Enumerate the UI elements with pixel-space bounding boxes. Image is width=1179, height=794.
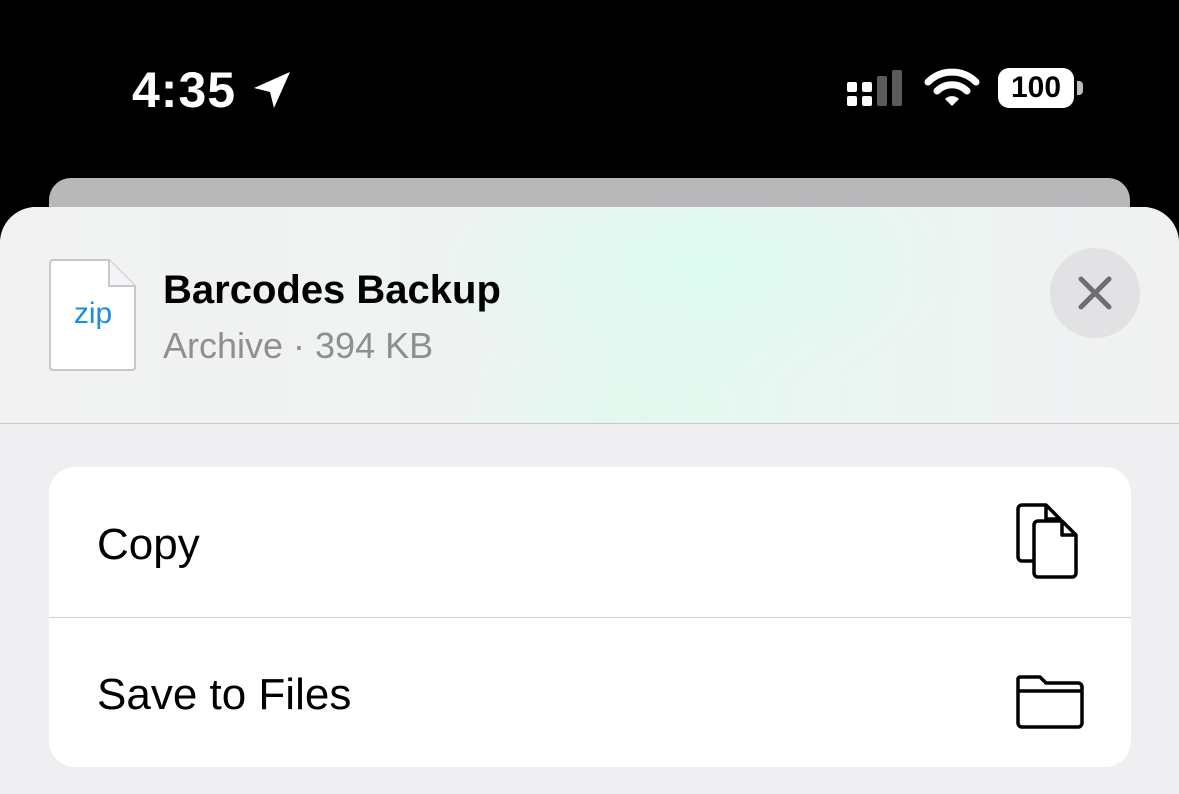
battery-level: 100: [998, 68, 1074, 108]
copy-action[interactable]: Copy: [49, 467, 1131, 617]
cellular-signal-icon: [847, 70, 902, 106]
file-type-label: zip: [73, 297, 113, 330]
save-to-files-label: Save to Files: [97, 670, 352, 719]
copy-action-label: Copy: [97, 520, 200, 569]
status-time: 4:35: [132, 62, 237, 118]
location-arrow-icon: [254, 72, 290, 108]
copy-icon: [1016, 503, 1078, 579]
file-subtitle: Archive · 394 KB: [163, 325, 434, 366]
status-bar: 4:35 100: [0, 0, 1179, 178]
share-sheet: zip Barcodes Backup Archive · 394 KB Cop…: [0, 207, 1179, 794]
share-actions-list: Copy Save to Files: [49, 467, 1131, 767]
close-icon: [1078, 276, 1112, 310]
save-to-files-action[interactable]: Save to Files: [49, 617, 1131, 767]
zip-file-icon: zip: [49, 258, 137, 372]
file-title: Barcodes Backup: [163, 268, 501, 312]
screen: 4:35 100 zip Barcodes Backup Archive · 3…: [0, 0, 1179, 794]
wifi-icon: [924, 68, 980, 106]
battery-indicator: 100: [998, 68, 1084, 110]
share-sheet-header: zip Barcodes Backup Archive · 394 KB: [0, 207, 1179, 424]
battery-tip: [1077, 81, 1083, 95]
close-button[interactable]: [1050, 248, 1140, 338]
folder-icon: [1016, 675, 1084, 729]
